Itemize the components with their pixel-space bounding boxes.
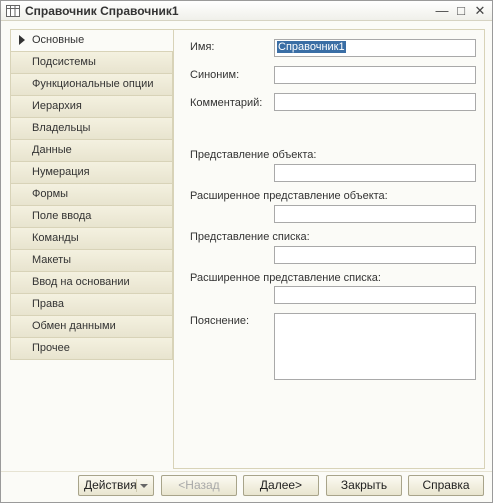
minimize-button[interactable]: —: [433, 3, 451, 19]
nav-item-label: Команды: [32, 232, 79, 244]
nav-item-label: Права: [32, 298, 64, 310]
nav-item[interactable]: Ввод на основании: [10, 272, 173, 294]
nav-item-label: Данные: [32, 144, 72, 156]
chevron-down-icon: [140, 484, 148, 488]
close-button[interactable]: Закрыть: [326, 475, 402, 496]
nav-item[interactable]: Данные: [10, 140, 173, 162]
nav-item[interactable]: Прочее: [10, 338, 173, 360]
nav-item[interactable]: Функциональные опции: [10, 74, 173, 96]
nav-item[interactable]: Нумерация: [10, 162, 173, 184]
object-presentation-label: Представление объекта:: [190, 149, 317, 161]
ext-object-presentation-field[interactable]: [274, 205, 476, 223]
sections-nav: Основные Подсистемы Функциональные опции Ие…: [10, 29, 173, 360]
actions-menu-button[interactable]: Действия: [78, 475, 154, 496]
nav-item[interactable]: Иерархия: [10, 96, 173, 118]
nav-item[interactable]: Подсистемы: [10, 52, 173, 74]
name-field[interactable]: Справочник1: [274, 39, 476, 57]
list-presentation-label: Представление списка:: [190, 231, 310, 243]
nav-item[interactable]: Основные: [10, 29, 173, 52]
explanation-label: Пояснение:: [190, 315, 250, 327]
title-bar: Справочник Справочник1 — □ ✕: [1, 1, 492, 21]
window-title: Справочник Справочник1: [25, 4, 179, 18]
current-section-arrow-icon: [19, 35, 25, 45]
next-button[interactable]: Далее>: [243, 475, 319, 496]
synonym-label: Синоним:: [190, 69, 240, 81]
synonym-field[interactable]: [274, 66, 476, 84]
ext-list-presentation-field[interactable]: [274, 286, 476, 304]
actions-button-label: Действия: [84, 478, 137, 492]
nav-item[interactable]: Макеты: [10, 250, 173, 272]
name-field-value: Справочник1: [277, 41, 346, 53]
close-window-button[interactable]: ✕: [471, 3, 489, 19]
comment-label: Комментарий:: [190, 97, 263, 109]
dropdown-separator: [136, 479, 137, 492]
nav-item[interactable]: Права: [10, 294, 173, 316]
back-button[interactable]: <Назад: [161, 475, 237, 496]
comment-field[interactable]: [274, 93, 476, 111]
explanation-textarea[interactable]: [274, 313, 476, 380]
nav-item-label: Прочее: [32, 342, 70, 354]
name-label: Имя:: [190, 41, 215, 53]
nav-item[interactable]: Обмен данными: [10, 316, 173, 338]
catalog-editor-window: Справочник Справочник1 — □ ✕ Основные Под…: [0, 0, 493, 503]
nav-item-label: Функциональные опции: [32, 78, 154, 90]
nav-item-label: Обмен данными: [32, 320, 116, 332]
nav-item-label: Нумерация: [32, 166, 90, 178]
editor-content: Основные Подсистемы Функциональные опции Ие…: [5, 25, 488, 471]
nav-item-label: Поле ввода: [32, 210, 92, 222]
maximize-button[interactable]: □: [452, 3, 470, 19]
main-settings-panel: Имя: Справочник1 Синоним: Комментарий: П…: [173, 29, 485, 469]
nav-item-label: Формы: [32, 188, 69, 200]
help-button[interactable]: Справка: [408, 475, 484, 496]
ext-object-presentation-label: Расширенное представление объекта:: [190, 190, 388, 202]
ext-list-presentation-label: Расширенное представление списка:: [190, 272, 381, 284]
footer-divider: [1, 471, 492, 472]
nav-item-label: Основные: [32, 34, 85, 46]
nav-item-label: Иерархия: [32, 100, 82, 112]
object-presentation-field[interactable]: [274, 164, 476, 182]
nav-item-label: Ввод на основании: [32, 276, 130, 288]
nav-item-label: Макеты: [32, 254, 72, 266]
nav-item-label: Подсистемы: [32, 56, 96, 68]
nav-item[interactable]: Владельцы: [10, 118, 173, 140]
nav-item[interactable]: Поле ввода: [10, 206, 173, 228]
nav-item[interactable]: Формы: [10, 184, 173, 206]
table-icon: [6, 5, 20, 17]
nav-item[interactable]: Команды: [10, 228, 173, 250]
nav-item-label: Владельцы: [32, 122, 91, 134]
list-presentation-field[interactable]: [274, 246, 476, 264]
